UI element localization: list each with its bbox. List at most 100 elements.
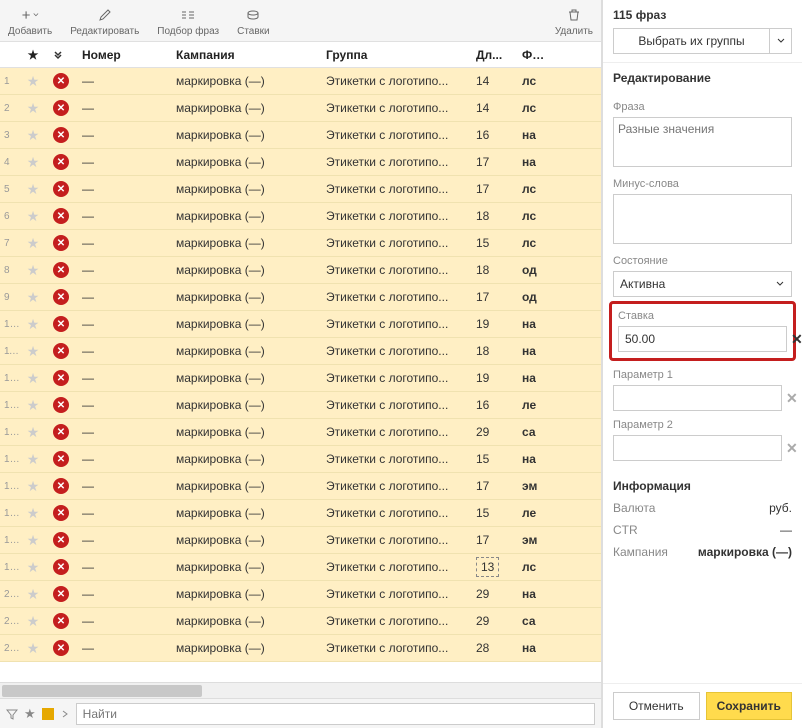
row-index: 17 xyxy=(0,504,20,523)
row-star-icon[interactable]: ★ xyxy=(20,123,46,148)
row-index: 1 xyxy=(0,72,20,91)
table-row[interactable]: 11★✕—маркировка (—)Этикетки с логотипо..… xyxy=(0,338,601,365)
trash-icon xyxy=(565,6,583,24)
row-star-icon[interactable]: ★ xyxy=(20,609,46,634)
table-body[interactable]: 1★✕—маркировка (—)Этикетки с логотипо...… xyxy=(0,68,601,682)
select-groups-dropdown[interactable] xyxy=(770,28,792,54)
row-star-icon[interactable]: ★ xyxy=(20,393,46,418)
row-number: — xyxy=(76,286,170,308)
row-phrase: лс xyxy=(516,70,546,92)
row-star-icon[interactable]: ★ xyxy=(20,636,46,661)
table-row[interactable]: 22★✕—маркировка (—)Этикетки с логотипо..… xyxy=(0,635,601,662)
table-row[interactable]: 7★✕—маркировка (—)Этикетки с логотипо...… xyxy=(0,230,601,257)
minus-words-textarea[interactable] xyxy=(613,194,792,244)
row-star-icon[interactable]: ★ xyxy=(20,204,46,229)
filter-icon[interactable] xyxy=(6,708,18,720)
row-star-icon[interactable]: ★ xyxy=(20,150,46,175)
table-row[interactable]: 14★✕—маркировка (—)Этикетки с логотипо..… xyxy=(0,419,601,446)
col-phrase[interactable]: Фраз... xyxy=(516,44,546,66)
table-row[interactable]: 21★✕—маркировка (—)Этикетки с логотипо..… xyxy=(0,608,601,635)
star-filter-icon[interactable]: ★ xyxy=(24,706,36,722)
table-row[interactable]: 8★✕—маркировка (—)Этикетки с логотипо...… xyxy=(0,257,601,284)
table-row[interactable]: 15★✕—маркировка (—)Этикетки с логотипо..… xyxy=(0,446,601,473)
bid-clear-icon[interactable]: ✕ xyxy=(791,331,802,348)
minus-words-label: Минус-слова xyxy=(613,178,792,190)
row-star-icon[interactable]: ★ xyxy=(20,528,46,553)
row-star-icon[interactable]: ★ xyxy=(20,96,46,121)
horizontal-scrollbar[interactable] xyxy=(0,682,601,698)
select-groups-button[interactable]: Выбрать их группы xyxy=(613,28,770,54)
table-row[interactable]: 16★✕—маркировка (—)Этикетки с логотипо..… xyxy=(0,473,601,500)
param2-clear-icon[interactable]: ✕ xyxy=(786,440,798,457)
row-number: — xyxy=(76,583,170,605)
row-campaign: маркировка (—) xyxy=(170,448,320,470)
col-campaign[interactable]: Кампания xyxy=(170,44,320,66)
row-group: Этикетки с логотипо... xyxy=(320,97,470,119)
row-phrase: лс xyxy=(516,178,546,200)
col-number[interactable]: Номер xyxy=(76,44,170,66)
bid-input[interactable] xyxy=(618,326,787,352)
row-campaign: маркировка (—) xyxy=(170,205,320,227)
table-row[interactable]: 3★✕—маркировка (—)Этикетки с логотипо...… xyxy=(0,122,601,149)
table-row[interactable]: 13★✕—маркировка (—)Этикетки с логотипо..… xyxy=(0,392,601,419)
table-row[interactable]: 2★✕—маркировка (—)Этикетки с логотипо...… xyxy=(0,95,601,122)
table-row[interactable]: 1★✕—маркировка (—)Этикетки с логотипо...… xyxy=(0,68,601,95)
row-length: 16 xyxy=(470,394,516,416)
col-length[interactable]: Дл... xyxy=(470,44,516,66)
param1-input[interactable] xyxy=(613,385,782,411)
table-row[interactable]: 12★✕—маркировка (—)Этикетки с логотипо..… xyxy=(0,365,601,392)
table-row[interactable]: 19★✕—маркировка (—)Этикетки с логотипо..… xyxy=(0,554,601,581)
row-phrase: од xyxy=(516,259,546,281)
table-row[interactable]: 10★✕—маркировка (—)Этикетки с логотипо..… xyxy=(0,311,601,338)
table-row[interactable]: 4★✕—маркировка (—)Этикетки с логотипо...… xyxy=(0,149,601,176)
table-row[interactable]: 5★✕—маркировка (—)Этикетки с логотипо...… xyxy=(0,176,601,203)
row-star-icon[interactable]: ★ xyxy=(20,501,46,526)
add-button[interactable]: Добавить xyxy=(8,6,52,37)
delete-button[interactable]: Удалить xyxy=(555,6,593,37)
search-input[interactable] xyxy=(76,703,595,725)
row-star-icon[interactable]: ★ xyxy=(20,231,46,256)
table-row[interactable]: 18★✕—маркировка (—)Этикетки с логотипо..… xyxy=(0,527,601,554)
table-row[interactable]: 9★✕—маркировка (—)Этикетки с логотипо...… xyxy=(0,284,601,311)
row-star-icon[interactable]: ★ xyxy=(20,285,46,310)
row-group: Этикетки с логотипо... xyxy=(320,286,470,308)
table-row[interactable]: 6★✕—маркировка (—)Этикетки с логотипо...… xyxy=(0,203,601,230)
row-star-icon[interactable]: ★ xyxy=(20,258,46,283)
row-status-icon: ✕ xyxy=(46,528,76,553)
bids-button[interactable]: Ставки xyxy=(237,6,270,37)
table-row[interactable]: 17★✕—маркировка (—)Этикетки с логотипо..… xyxy=(0,500,601,527)
row-index: 18 xyxy=(0,531,20,550)
color-filter-icon[interactable] xyxy=(42,708,54,720)
phrase-textarea[interactable] xyxy=(613,117,792,167)
row-group: Этикетки с логотипо... xyxy=(320,529,470,551)
star-column-icon[interactable]: ★ xyxy=(20,44,46,66)
col-group[interactable]: Группа xyxy=(320,44,470,66)
param1-clear-icon[interactable]: ✕ xyxy=(786,390,798,407)
save-button[interactable]: Сохранить xyxy=(706,692,793,720)
chevron-right-icon[interactable] xyxy=(60,709,70,719)
row-number: — xyxy=(76,178,170,200)
phrase-select-button[interactable]: Подбор фраз xyxy=(157,6,219,37)
row-star-icon[interactable]: ★ xyxy=(20,339,46,364)
status-column-icon[interactable] xyxy=(46,45,76,65)
edit-button[interactable]: Редактировать xyxy=(70,6,139,37)
param2-input[interactable] xyxy=(613,435,782,461)
row-star-icon[interactable]: ★ xyxy=(20,366,46,391)
row-index: 15 xyxy=(0,450,20,469)
row-star-icon[interactable]: ★ xyxy=(20,555,46,580)
row-status-icon: ✕ xyxy=(46,150,76,175)
row-star-icon[interactable]: ★ xyxy=(20,474,46,499)
row-star-icon[interactable]: ★ xyxy=(20,177,46,202)
cancel-button[interactable]: Отменить xyxy=(613,692,700,720)
row-star-icon[interactable]: ★ xyxy=(20,420,46,445)
row-star-icon[interactable]: ★ xyxy=(20,447,46,472)
row-phrase: эм xyxy=(516,475,546,497)
table-row[interactable]: 20★✕—маркировка (—)Этикетки с логотипо..… xyxy=(0,581,601,608)
row-star-icon[interactable]: ★ xyxy=(20,582,46,607)
state-select[interactable]: Активна xyxy=(613,271,792,297)
row-length: 17 xyxy=(470,286,516,308)
coins-icon xyxy=(244,6,262,24)
row-star-icon[interactable]: ★ xyxy=(20,69,46,94)
row-star-icon[interactable]: ★ xyxy=(20,312,46,337)
row-phrase: на xyxy=(516,151,546,173)
